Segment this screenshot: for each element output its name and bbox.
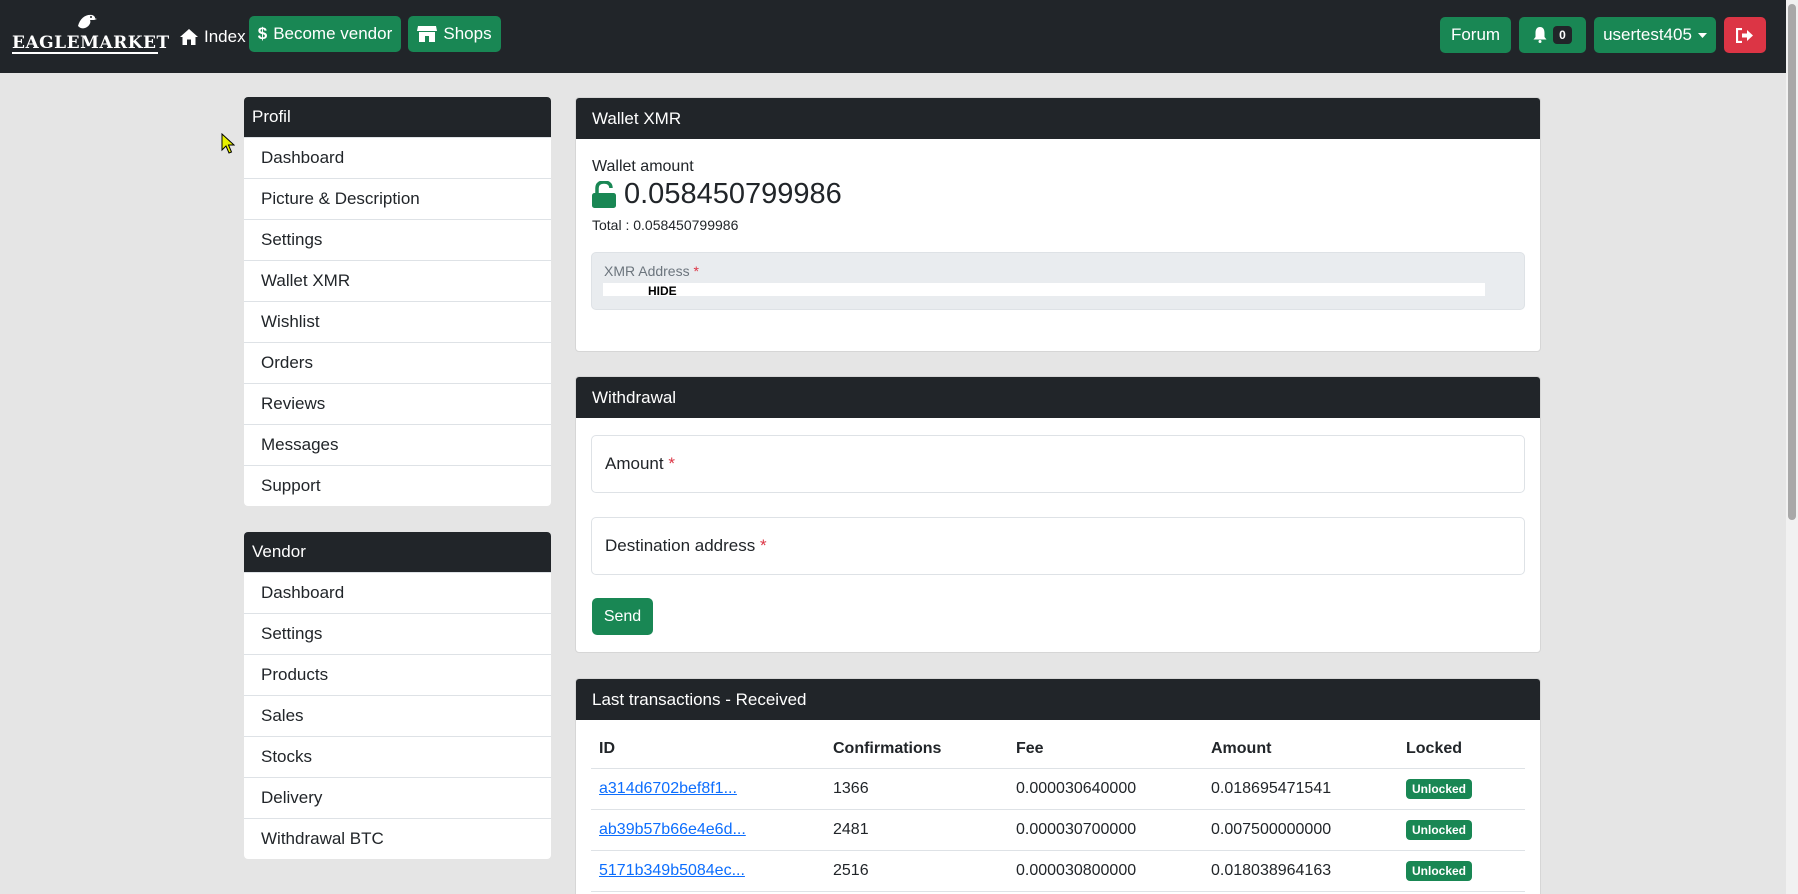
bell-icon (1533, 27, 1547, 43)
profil-menu-title: Profil (244, 97, 551, 137)
scrollbar-thumb[interactable] (1788, 4, 1796, 520)
transaction-id-link[interactable]: 5171b349b5084ec... (599, 862, 745, 879)
sidebar-item-orders[interactable]: Orders (244, 342, 551, 383)
sidebar-item-delivery[interactable]: Delivery (244, 777, 551, 818)
sidebar-item-products[interactable]: Products (244, 654, 551, 695)
transactions-table: ID Confirmations Fee Amount Locked a314d… (591, 731, 1525, 892)
transaction-id-link[interactable]: ab39b57b66e4e6d... (599, 821, 746, 838)
vendor-menu: Vendor Dashboard Settings Products Sales… (244, 532, 551, 859)
destination-address-input[interactable]: Destination address * (591, 517, 1525, 575)
notifications-button[interactable]: 0 (1519, 17, 1586, 53)
table-row: 5171b349b5084ec... 2516 0.000030800000 0… (591, 850, 1525, 892)
transactions-card: Last transactions - Received ID Confirma… (575, 678, 1541, 894)
notification-count-badge: 0 (1553, 26, 1572, 44)
unlock-icon (592, 181, 616, 208)
caret-down-icon (1697, 32, 1707, 38)
logout-button[interactable] (1724, 17, 1766, 53)
wallet-amount-value: 0.058450799986 (624, 178, 842, 210)
column-header-fee: Fee (1008, 731, 1203, 769)
table-row: ab39b57b66e4e6d... 2481 0.000030700000 0… (591, 809, 1525, 851)
withdraw-amount-input[interactable]: Amount * (591, 435, 1525, 493)
transaction-amount: 0.018695471541 (1203, 768, 1398, 810)
transaction-fee: 0.000030800000 (1008, 850, 1203, 892)
logo-text: EAGLEMARKET (12, 33, 170, 54)
top-navbar: EAGLEMARKET Index $ Become vendor Shops … (0, 0, 1786, 73)
xmr-address-box: XMR Address * HIDE (591, 252, 1525, 310)
column-header-confirmations: Confirmations (825, 731, 1008, 769)
wallet-card-title: Wallet XMR (576, 98, 1540, 139)
xmr-address-field[interactable] (603, 283, 1485, 296)
sidebar-item-picture-description[interactable]: Picture & Description (244, 178, 551, 219)
sidebar-item-support[interactable]: Support (244, 465, 551, 506)
sidebar-item-withdrawal-btc[interactable]: Withdrawal BTC (244, 818, 551, 859)
wallet-amount-row: 0.058450799986 (592, 178, 842, 211)
hide-address-button[interactable]: HIDE (648, 285, 677, 297)
sidebar-item-settings[interactable]: Settings (244, 219, 551, 260)
user-menu-dropdown[interactable]: usertest405 (1594, 17, 1716, 53)
transaction-confirmations: 2481 (825, 809, 1008, 851)
transaction-amount: 0.007500000000 (1203, 809, 1398, 851)
withdrawal-card: Withdrawal Amount * Destination address … (575, 376, 1541, 653)
nav-index-link[interactable]: Index (180, 24, 246, 50)
transaction-amount: 0.018038964163 (1203, 850, 1398, 892)
shops-button[interactable]: Shops (408, 16, 501, 52)
transaction-confirmations: 2516 (825, 850, 1008, 892)
shops-label: Shops (443, 24, 492, 43)
xmr-address-label: XMR Address * (604, 263, 699, 279)
wallet-total: Total : 0.058450799986 (592, 217, 739, 233)
transaction-id-link[interactable]: a314d6702bef8f1... (599, 780, 737, 797)
column-header-locked: Locked (1398, 731, 1525, 769)
withdrawal-card-title: Withdrawal (576, 377, 1540, 418)
home-icon (180, 29, 198, 45)
vendor-menu-title: Vendor (244, 532, 551, 572)
sidebar-item-sales[interactable]: Sales (244, 695, 551, 736)
sidebar-item-wishlist[interactable]: Wishlist (244, 301, 551, 342)
status-badge: Unlocked (1406, 860, 1473, 881)
sidebar-item-messages[interactable]: Messages (244, 424, 551, 465)
column-header-amount: Amount (1203, 731, 1398, 769)
page-scrollbar[interactable] (1786, 0, 1798, 894)
table-header-row: ID Confirmations Fee Amount Locked (591, 731, 1525, 769)
sidebar-item-wallet-xmr[interactable]: Wallet XMR (244, 260, 551, 301)
sidebar-item-vendor-dashboard[interactable]: Dashboard (244, 572, 551, 613)
become-vendor-label: Become vendor (273, 24, 393, 43)
table-row: a314d6702bef8f1... 1366 0.000030640000 0… (591, 768, 1525, 810)
eagle-icon (78, 14, 97, 29)
sidebar-item-reviews[interactable]: Reviews (244, 383, 551, 424)
transaction-confirmations: 1366 (825, 768, 1008, 810)
profil-menu: Profil Dashboard Picture & Description S… (244, 97, 551, 506)
forum-label: Forum (1450, 25, 1501, 44)
column-header-id: ID (591, 731, 825, 769)
become-vendor-button[interactable]: $ Become vendor (249, 16, 401, 52)
nav-index-label: Index (204, 27, 246, 46)
transaction-fee: 0.000030700000 (1008, 809, 1203, 851)
wallet-amount-label: Wallet amount (592, 158, 694, 175)
wallet-card: Wallet XMR Wallet amount 0.058450799986 … (575, 97, 1541, 352)
status-badge: Unlocked (1406, 778, 1473, 799)
sidebar-item-vendor-settings[interactable]: Settings (244, 613, 551, 654)
logout-icon (1736, 27, 1753, 43)
eaglemarket-logo[interactable]: EAGLEMARKET (12, 12, 170, 54)
shop-icon (417, 26, 438, 42)
dollar-icon: $ (257, 24, 268, 43)
forum-button[interactable]: Forum (1440, 17, 1511, 53)
sidebar-item-stocks[interactable]: Stocks (244, 736, 551, 777)
transaction-fee: 0.000030640000 (1008, 768, 1203, 810)
status-badge: Unlocked (1406, 819, 1473, 840)
mouse-cursor-icon (221, 133, 235, 154)
send-button[interactable]: Send (592, 598, 653, 635)
transactions-card-title: Last transactions - Received (576, 679, 1540, 720)
sidebar-item-dashboard[interactable]: Dashboard (244, 137, 551, 178)
username-label: usertest405 (1603, 25, 1692, 44)
